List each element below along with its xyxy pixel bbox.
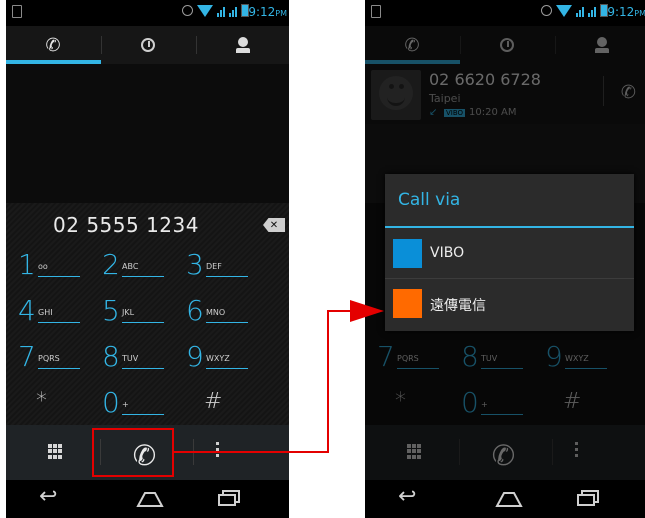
flow-arrow <box>174 300 384 453</box>
